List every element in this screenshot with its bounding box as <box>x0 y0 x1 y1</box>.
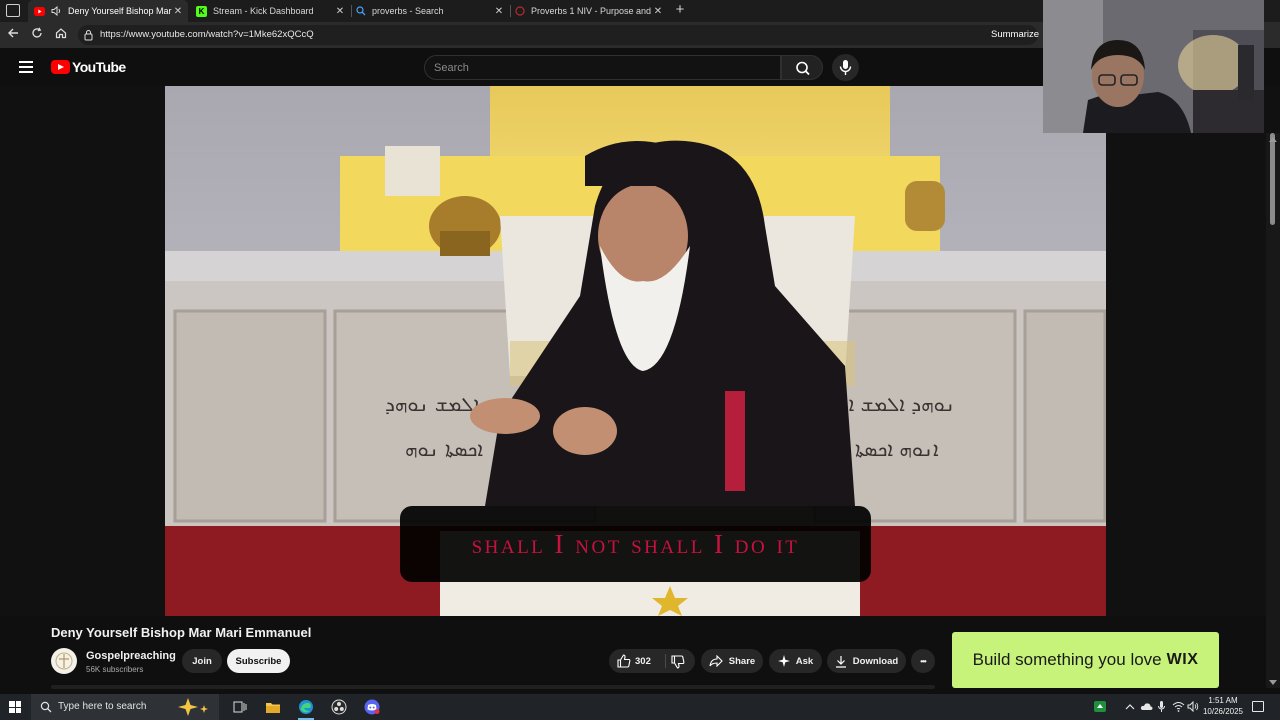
join-button[interactable]: Join <box>182 649 222 673</box>
video-title: Deny Yourself Bishop Mar Mari Emmanuel <box>51 625 312 640</box>
reload-icon <box>32 27 42 38</box>
like-dislike-group: 302 <box>609 649 695 673</box>
reload-button[interactable] <box>29 27 45 43</box>
address-bar[interactable]: https://www.youtube.com/watch?v=1Mke62xQ… <box>78 25 1038 45</box>
tab-title: Stream - Kick Dashboard <box>213 6 314 16</box>
tab-proverbs-search[interactable]: proverbs - Search ✕ <box>349 0 509 22</box>
url-text[interactable]: https://www.youtube.com/watch?v=1Mke62xQ… <box>100 29 314 40</box>
tab-title: Proverbs 1 NIV - Purpose and The <box>531 6 652 16</box>
speaker-icon[interactable] <box>51 6 62 17</box>
ask-label: Ask <box>795 655 814 667</box>
like-icon[interactable] <box>617 654 631 668</box>
menu-icon[interactable] <box>19 61 33 73</box>
lock-icon[interactable] <box>84 29 93 41</box>
like-divider <box>665 654 666 668</box>
window-menu-icon[interactable] <box>6 4 20 17</box>
tab-title: proverbs - Search <box>372 6 444 16</box>
screen: Deny Yourself Bishop Mar Mari ✕ K Stream… <box>0 0 1280 720</box>
search-input[interactable] <box>434 59 764 76</box>
download-label: Download <box>852 655 899 667</box>
file-explorer-icon[interactable] <box>262 697 284 717</box>
share-button[interactable]: Share <box>701 649 763 673</box>
tab-kick-dashboard[interactable]: K Stream - Kick Dashboard ✕ <box>190 0 350 22</box>
windows-start-icon[interactable] <box>9 701 21 713</box>
share-icon <box>709 655 723 667</box>
taskbar-search-placeholder: Type here to search <box>58 701 147 712</box>
bing-search-favicon <box>355 6 366 17</box>
caption-text: shall I not shall I do it <box>471 528 800 559</box>
back-arrow-icon <box>8 28 18 38</box>
microphone-tray-icon[interactable] <box>1157 700 1166 713</box>
taskbar-search[interactable]: Type here to search <box>31 694 219 720</box>
green-tray-app-icon[interactable] <box>1093 700 1107 713</box>
kick-favicon: K <box>196 5 207 17</box>
biblegateway-favicon <box>514 6 525 17</box>
notification-center-icon[interactable] <box>1252 701 1264 712</box>
description-box-edge <box>51 685 935 689</box>
search-highlight-icon <box>178 698 208 716</box>
clock-time: 1:51 AM <box>1208 696 1238 705</box>
taskbar-clock[interactable]: 1:51 AM 10/26/2025 <box>1198 695 1248 717</box>
search-icon <box>796 61 810 76</box>
back-button[interactable] <box>5 27 21 43</box>
tab-close-icon[interactable]: ✕ <box>493 6 505 17</box>
caption-box: shall I not shall I do it <box>400 506 871 582</box>
subscriber-count: 56K subscribers <box>86 665 144 674</box>
youtube-logo[interactable]: YouTube <box>51 59 126 75</box>
task-view-icon[interactable] <box>229 697 251 717</box>
webcam-overlay <box>1043 0 1264 133</box>
summarize-button[interactable]: Summarize <box>991 29 1039 40</box>
youtube-play-icon <box>51 60 70 74</box>
svg-text:ܐܢܘܗ ܐܟܣܬܐ: ܐܢܘܗ ܐܟܣܬܐ <box>855 437 939 461</box>
tab-close-icon[interactable]: ✕ <box>652 6 664 17</box>
search-button[interactable] <box>781 55 823 80</box>
discord-icon[interactable] <box>361 697 383 717</box>
voice-search-button[interactable] <box>832 54 859 81</box>
webcam-feed <box>1043 0 1264 133</box>
tab-title: Deny Yourself Bishop Mar Mari <box>68 6 172 16</box>
dislike-icon[interactable] <box>671 655 685 669</box>
microphone-icon <box>839 60 852 75</box>
like-count: 302 <box>635 656 651 667</box>
ask-button[interactable]: Ask <box>769 649 822 673</box>
channel-avatar[interactable] <box>51 648 77 674</box>
search-icon <box>40 701 52 713</box>
youtube-favicon <box>34 6 45 17</box>
search-box <box>424 55 781 80</box>
youtube-wordmark: YouTube <box>72 59 126 75</box>
ad-text: Build something you love <box>972 650 1162 669</box>
share-label: Share <box>728 655 756 667</box>
tab-youtube[interactable]: Deny Yourself Bishop Mar Mari ✕ <box>28 0 188 22</box>
channel-name[interactable]: Gospelpreaching <box>86 650 176 662</box>
clock-date: 10/26/2025 <box>1202 707 1244 716</box>
subscribe-button[interactable]: Subscribe <box>227 649 290 673</box>
chevron-up-icon[interactable] <box>1125 703 1135 710</box>
ad-brand: WIX <box>1166 651 1199 668</box>
edge-icon[interactable] <box>295 697 317 720</box>
network-icon[interactable] <box>1172 701 1185 712</box>
scroll-down-icon[interactable] <box>1269 680 1277 686</box>
download-icon <box>835 655 847 668</box>
obs-icon[interactable] <box>328 697 350 717</box>
scrollbar-thumb[interactable] <box>1270 133 1275 225</box>
sparkle-icon <box>777 655 790 667</box>
svg-text:ܐܟܣܬܐ ܢܘܗ: ܐܟܣܬܐ ܢܘܗ <box>405 437 483 461</box>
ad-banner[interactable]: Build something you love WIX <box>952 632 1219 688</box>
new-tab-button[interactable]: + <box>672 1 688 18</box>
onedrive-icon[interactable] <box>1140 702 1153 711</box>
scroll-up-icon[interactable] <box>1269 136 1277 142</box>
tab-close-icon[interactable]: ✕ <box>172 6 184 17</box>
home-button[interactable] <box>53 27 69 43</box>
download-button[interactable]: Download <box>827 649 906 673</box>
more-actions-button[interactable]: ••• <box>911 649 935 673</box>
tab-close-icon[interactable]: ✕ <box>334 6 346 17</box>
taskbar: Type here to search 1:51 AM 10/26/2025 <box>0 694 1280 720</box>
tab-biblegateway[interactable]: Proverbs 1 NIV - Purpose and The ✕ <box>508 0 668 22</box>
home-icon <box>55 28 67 39</box>
